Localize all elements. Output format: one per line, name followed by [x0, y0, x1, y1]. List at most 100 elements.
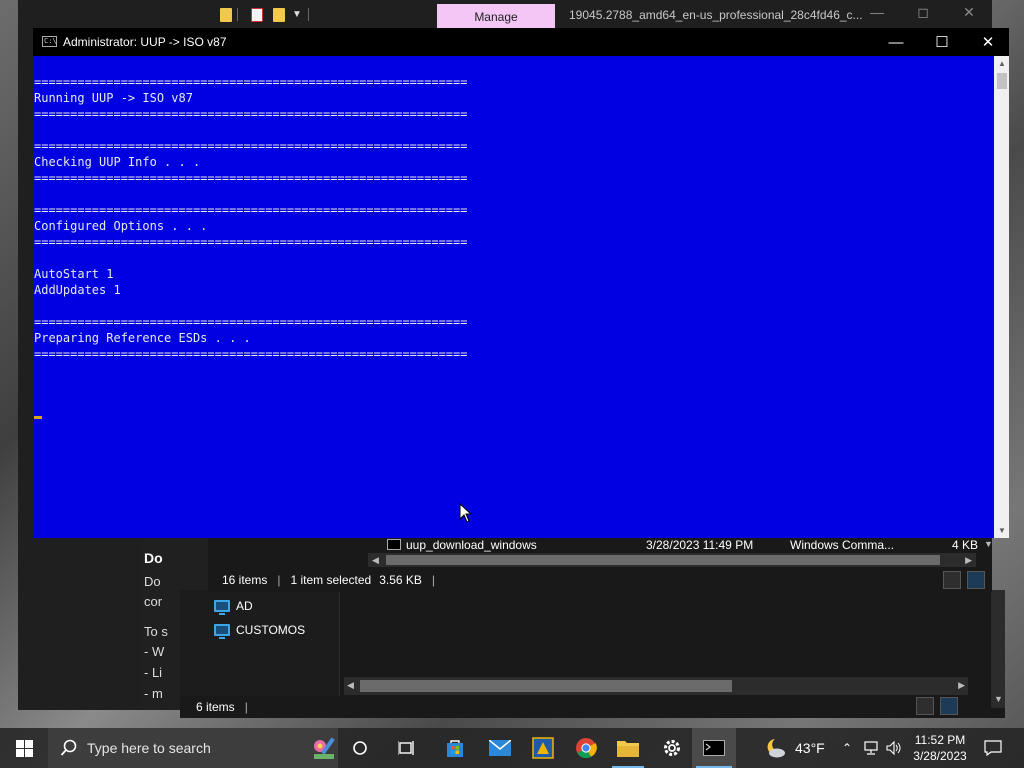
window-title: 19045.2788_amd64_en-us_professional_28c4…	[569, 8, 863, 22]
doc-line: To s	[144, 624, 168, 639]
selection-count: 1 item selected	[290, 573, 372, 587]
item-count: 6 items	[196, 700, 235, 714]
console-text: ========================================…	[34, 74, 467, 362]
clock-time: 11:52 PM	[914, 733, 966, 747]
weather-temperature[interactable]: 43°F	[795, 740, 825, 756]
clock[interactable]: 11:52 PM 3/28/2023	[908, 728, 972, 768]
file-explorer-button[interactable]	[606, 728, 650, 768]
store-icon	[447, 740, 463, 757]
chrome-button[interactable]	[564, 728, 608, 768]
doc-line: - Li	[144, 665, 163, 680]
cmd-title-bar[interactable]: C:\ Administrator: UUP -> ISO v87 — ☐ ✕	[33, 28, 1009, 56]
mail-icon	[489, 740, 511, 756]
console-line: Configured Options . . .	[34, 219, 208, 233]
task-view-icon	[398, 741, 414, 755]
close-button[interactable]: ✕	[946, 4, 992, 26]
file-row[interactable]: uup_download_windows 3/28/2023 11:49 PM …	[384, 537, 984, 553]
start-button[interactable]	[0, 728, 48, 768]
notifications-button[interactable]	[978, 728, 1008, 768]
details-view-button[interactable]	[943, 571, 961, 589]
console-output[interactable]: ========================================…	[33, 56, 994, 538]
scroll-down-icon[interactable]: ▼	[984, 539, 993, 549]
scroll-left-icon[interactable]: ◀	[372, 555, 379, 566]
chevron-up-icon: ⌃	[841, 741, 853, 755]
details-view-button[interactable]	[916, 697, 934, 715]
settings-button[interactable]	[650, 728, 694, 768]
doc-line: - m	[144, 686, 163, 701]
close-button[interactable]: ✕	[965, 28, 1011, 56]
search-box[interactable]: Type here to search	[48, 728, 338, 768]
mouse-pointer-icon	[459, 503, 473, 523]
computer-icon	[214, 600, 230, 615]
search-highlight-icon	[314, 737, 335, 759]
computer-icon	[214, 624, 230, 639]
clock-date: 3/28/2023	[913, 749, 967, 763]
console-line: Preparing Reference ESDs . . .	[34, 331, 251, 345]
taskbar: Type here to search 43°F ⌃ 11:52 PM 3/28…	[0, 728, 1024, 768]
customize-toolbar-icon[interactable]: ▼	[292, 9, 302, 20]
store-button[interactable]	[433, 728, 477, 768]
horizontal-scrollbar[interactable]: ◀ ▶	[344, 677, 968, 695]
uup-tool-button[interactable]	[521, 728, 565, 768]
console-line: AutoStart 1	[34, 267, 114, 281]
file-explorer-icon	[617, 741, 639, 757]
large-icons-view-button[interactable]	[967, 571, 985, 589]
scroll-right-icon[interactable]: ▶	[958, 680, 965, 691]
chrome-icon	[576, 738, 597, 759]
file-size: 4 KB	[952, 538, 979, 552]
console-line: Checking UUP Info . . .	[34, 155, 201, 169]
cmd-file-icon	[387, 539, 401, 550]
new-folder-icon[interactable]	[273, 8, 285, 22]
notification-center-icon	[984, 740, 1002, 756]
task-view-button[interactable]	[385, 728, 429, 768]
scroll-right-icon[interactable]: ▶	[965, 555, 972, 566]
scrollbar-thumb[interactable]	[360, 680, 732, 692]
network-icon	[864, 741, 878, 755]
mail-button[interactable]	[478, 728, 522, 768]
cortana-icon	[353, 741, 367, 755]
scroll-down-icon[interactable]: ▼	[994, 694, 1003, 704]
scroll-up-icon[interactable]: ▲	[998, 59, 1006, 68]
tab-manage[interactable]: Manage	[437, 4, 555, 30]
scroll-down-icon[interactable]: ▼	[998, 526, 1006, 535]
volume-icon	[886, 741, 901, 755]
horizontal-scrollbar[interactable]: ◀ ▶	[368, 553, 976, 567]
console-line: ========================================…	[34, 203, 468, 217]
console-line: ========================================…	[34, 235, 468, 249]
scrollbar-thumb[interactable]	[386, 555, 940, 565]
vertical-scrollbar[interactable]: ▼	[991, 590, 1005, 708]
console-line: AddUpdates 1	[34, 283, 121, 297]
selection-size: 3.56 KB	[379, 573, 422, 587]
weather-button[interactable]	[757, 728, 793, 768]
scrollbar-thumb[interactable]	[997, 73, 1007, 89]
doc-line: Do	[144, 574, 161, 589]
terminal-button[interactable]	[692, 728, 736, 768]
vertical-scrollbar[interactable]: ▲ ▼	[994, 56, 1009, 538]
minimize-button[interactable]: —	[873, 28, 919, 56]
file-date: 3/28/2023 11:49 PM	[646, 538, 754, 552]
cortana-button[interactable]	[338, 728, 382, 768]
navigation-pane	[180, 590, 340, 696]
network-button[interactable]	[861, 728, 881, 768]
explorer-window-back: AD CUSTOMOS ◀ ▶ ▼ 6 items |	[180, 590, 1005, 718]
nav-item-customos[interactable]: CUSTOMOS	[214, 620, 305, 640]
show-hidden-icons-button[interactable]: ⌃	[838, 728, 856, 768]
scroll-left-icon[interactable]: ◀	[347, 680, 354, 691]
search-placeholder: Type here to search	[87, 740, 211, 756]
large-icons-view-button[interactable]	[940, 697, 958, 715]
maximize-button[interactable]: ☐	[919, 28, 965, 56]
doc-line: cor	[144, 594, 163, 609]
command-prompt-window: C:\ Administrator: UUP -> ISO v87 — ☐ ✕ …	[33, 28, 1009, 538]
console-line: ========================================…	[34, 347, 468, 361]
volume-button[interactable]	[884, 728, 904, 768]
nav-item-ad[interactable]: AD	[214, 596, 253, 616]
minimize-button[interactable]: —	[854, 4, 900, 26]
maximize-button[interactable]: ◻	[900, 4, 946, 26]
console-line: ========================================…	[34, 171, 468, 185]
properties-icon[interactable]	[251, 8, 263, 22]
cmd-window-title: Administrator: UUP -> ISO v87	[63, 35, 227, 49]
